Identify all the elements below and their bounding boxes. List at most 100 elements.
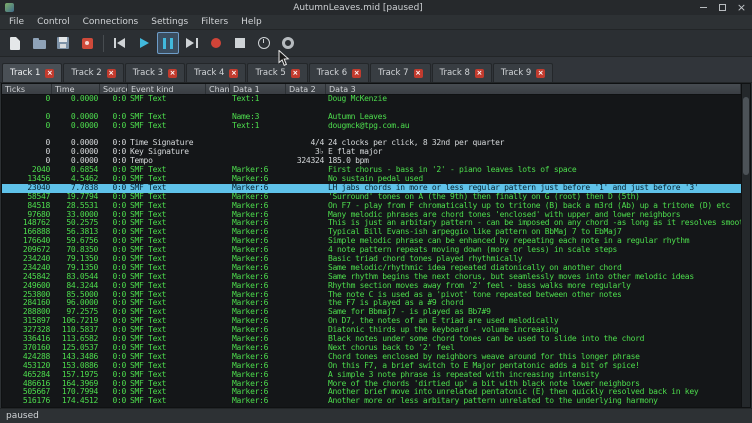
maximize-button[interactable] bbox=[717, 2, 728, 13]
tab-close-icon[interactable]: × bbox=[414, 69, 423, 78]
event-row[interactable]: 28416096.00000:0SMF TextMarker:6the F7 i… bbox=[2, 299, 741, 308]
titlebar[interactable]: AutumnLeaves.mid [paused] × bbox=[0, 0, 752, 15]
skip-backward-button[interactable] bbox=[109, 32, 131, 54]
event-row[interactable]: 24584283.05440:0SMF TextMarker:6Same rhy… bbox=[2, 273, 741, 282]
event-row[interactable]: 486616164.39690:0SMF TextMarker:6More of… bbox=[2, 380, 741, 389]
timer-icon bbox=[258, 37, 270, 49]
cell-ticks: 58547 bbox=[2, 193, 52, 202]
tab-close-icon[interactable]: × bbox=[291, 69, 300, 78]
event-row[interactable]: 327328110.58370:0SMF TextMarker:6Diatoni… bbox=[2, 326, 741, 335]
event-row[interactable]: 336416113.65820:0SMF TextMarker:6Black n… bbox=[2, 335, 741, 344]
menu-filters[interactable]: Filters bbox=[195, 16, 234, 28]
scrollbar-thumb[interactable] bbox=[743, 97, 749, 175]
cell-time bbox=[52, 104, 100, 113]
menu-settings[interactable]: Settings bbox=[145, 16, 194, 28]
tab-track-2[interactable]: Track 2× bbox=[63, 63, 123, 82]
column-header-chan[interactable]: Chan bbox=[206, 84, 230, 94]
record-button[interactable] bbox=[205, 32, 227, 54]
event-row[interactable]: 134564.54620:0SMF TextMarker:6No sustain… bbox=[2, 175, 741, 184]
tab-track-6[interactable]: Track 6× bbox=[309, 63, 369, 82]
event-row[interactable]: 20967270.83500:0SMF TextMarker:64 note p… bbox=[2, 246, 741, 255]
tab-close-icon[interactable]: × bbox=[107, 69, 116, 78]
event-row-selected[interactable]: 230407.78380:0SMF TextMarker:6LH jabs ch… bbox=[2, 184, 741, 193]
event-row[interactable]: 23424079.13500:0SMF TextMarker:6Same mel… bbox=[2, 264, 741, 273]
event-row[interactable]: 00.00000:0SMF TextName:3Autumn Leaves bbox=[2, 113, 741, 122]
cell-d1: Marker:6 bbox=[230, 193, 286, 202]
configure-button[interactable] bbox=[277, 32, 299, 54]
cell-d1: Marker:6 bbox=[230, 371, 286, 380]
record-arm-button[interactable] bbox=[76, 32, 98, 54]
cell-src: 0:0 bbox=[100, 317, 128, 326]
event-row[interactable]: 00.00000:0Key Signature3♭E flat major bbox=[2, 148, 741, 157]
tab-close-icon[interactable]: × bbox=[229, 69, 238, 78]
event-row[interactable]: 16688856.38130:0SMF TextMarker:6Typical … bbox=[2, 228, 741, 237]
column-header-data-1[interactable]: Data 1 bbox=[230, 84, 286, 94]
cell-d2 bbox=[286, 219, 326, 228]
open-file-button[interactable] bbox=[28, 32, 50, 54]
column-header-data-2[interactable]: Data 2 bbox=[286, 84, 326, 94]
close-button[interactable]: × bbox=[736, 2, 747, 13]
event-row[interactable]: 315897106.72190:0SMF TextMarker:6On D7, … bbox=[2, 317, 741, 326]
cell-d2 bbox=[286, 273, 326, 282]
tab-close-icon[interactable]: × bbox=[168, 69, 177, 78]
event-row[interactable]: 00.00000:0SMF TextText:1Doug McKenzie bbox=[2, 95, 741, 104]
event-row[interactable]: 465284157.19750:0SMF TextMarker:6A simpl… bbox=[2, 371, 741, 380]
tab-close-icon[interactable]: × bbox=[45, 69, 54, 78]
event-row[interactable]: 424288143.34860:0SMF TextMarker:6Chord t… bbox=[2, 353, 741, 362]
tab-track-3[interactable]: Track 3× bbox=[125, 63, 185, 82]
event-row[interactable]: 14876250.25750:0SMF TextMarker:6This is … bbox=[2, 219, 741, 228]
event-row[interactable]: 5854719.77940:0SMF TextMarker:6'Surround… bbox=[2, 193, 741, 202]
event-row[interactable]: 00.00000:0Tempo324324185.0 bpm bbox=[2, 157, 741, 166]
minimize-button[interactable] bbox=[698, 2, 709, 13]
tab-track-5[interactable]: Track 5× bbox=[247, 63, 307, 82]
cell-kind: Key Signature bbox=[128, 148, 206, 157]
timer-button[interactable] bbox=[253, 32, 275, 54]
event-row[interactable]: 28880097.25750:0SMF TextMarker:6Same for… bbox=[2, 308, 741, 317]
cell-d1: Marker:6 bbox=[230, 184, 286, 193]
save-file-button[interactable] bbox=[52, 32, 74, 54]
vertical-scrollbar[interactable] bbox=[741, 84, 750, 407]
skip-forward-button[interactable] bbox=[181, 32, 203, 54]
event-row[interactable]: 23424079.13500:0SMF TextMarker:6Basic tr… bbox=[2, 255, 741, 264]
cell-kind: SMF Text bbox=[128, 113, 206, 122]
menu-file[interactable]: File bbox=[3, 16, 30, 28]
app-icon bbox=[5, 3, 14, 12]
play-button[interactable] bbox=[133, 32, 155, 54]
cell-chan bbox=[206, 264, 230, 273]
cell-chan bbox=[206, 184, 230, 193]
menu-connections[interactable]: Connections bbox=[77, 16, 145, 28]
tab-label: Track 8 bbox=[440, 68, 470, 78]
column-header-ticks[interactable]: Ticks bbox=[2, 84, 52, 94]
event-row[interactable]: 516176174.45120:0SMF TextMarker:6Another… bbox=[2, 397, 741, 406]
tab-track-8[interactable]: Track 8 × bbox=[432, 63, 492, 82]
event-row[interactable]: 25380085.50000:0SMF TextMarker:6The note… bbox=[2, 291, 741, 300]
pause-button[interactable] bbox=[157, 32, 179, 54]
menu-control[interactable]: Control bbox=[31, 16, 76, 28]
column-header-source[interactable]: Source bbox=[100, 84, 128, 94]
tab-track-9[interactable]: Track 9× bbox=[493, 63, 553, 82]
event-row[interactable]: 8451828.55310:0SMF TextMarker:6On F7 - p… bbox=[2, 202, 741, 211]
column-header-event-kind[interactable]: Event kind bbox=[128, 84, 206, 94]
stop-button[interactable] bbox=[229, 32, 251, 54]
event-row[interactable]: 453120153.08860:0SMF TextMarker:6On this… bbox=[2, 362, 741, 371]
tab-close-icon[interactable]: × bbox=[475, 69, 484, 78]
tab-track-1[interactable]: Track 1× bbox=[2, 63, 62, 82]
event-row[interactable]: 20400.68540:0SMF TextMarker:6First choru… bbox=[2, 166, 741, 175]
event-row[interactable]: 24960084.32440:0SMF TextMarker:6Rhythm s… bbox=[2, 282, 741, 291]
event-row[interactable]: 17664059.67560:0SMF TextMarker:6Simple m… bbox=[2, 237, 741, 246]
event-row[interactable]: 370160125.05370:0SMF TextMarker:6Next ch… bbox=[2, 344, 741, 353]
cell-time: 164.3969 bbox=[52, 380, 100, 389]
new-file-button[interactable] bbox=[4, 32, 26, 54]
column-header-data-3[interactable]: Data 3 bbox=[326, 84, 741, 94]
column-header-time[interactable]: Time bbox=[52, 84, 100, 94]
event-row[interactable]: 00.00000:0SMF TextText:1dougmck@tpg.com.… bbox=[2, 122, 741, 131]
tab-track-4[interactable]: Track 4× bbox=[186, 63, 246, 82]
event-row[interactable]: 00.00000:0Time Signature4/424 clocks per… bbox=[2, 139, 741, 148]
menu-help[interactable]: Help bbox=[235, 16, 268, 28]
tab-track-7[interactable]: Track 7× bbox=[370, 63, 430, 82]
tab-close-icon[interactable]: × bbox=[536, 69, 545, 78]
tab-close-icon[interactable]: × bbox=[352, 69, 361, 78]
event-row[interactable]: 9768033.00000:0SMF TextMarker:6Many melo… bbox=[2, 211, 741, 220]
event-row[interactable]: 505667170.79940:0SMF TextMarker:6Another… bbox=[2, 388, 741, 397]
cell-d1: Marker:6 bbox=[230, 291, 286, 300]
